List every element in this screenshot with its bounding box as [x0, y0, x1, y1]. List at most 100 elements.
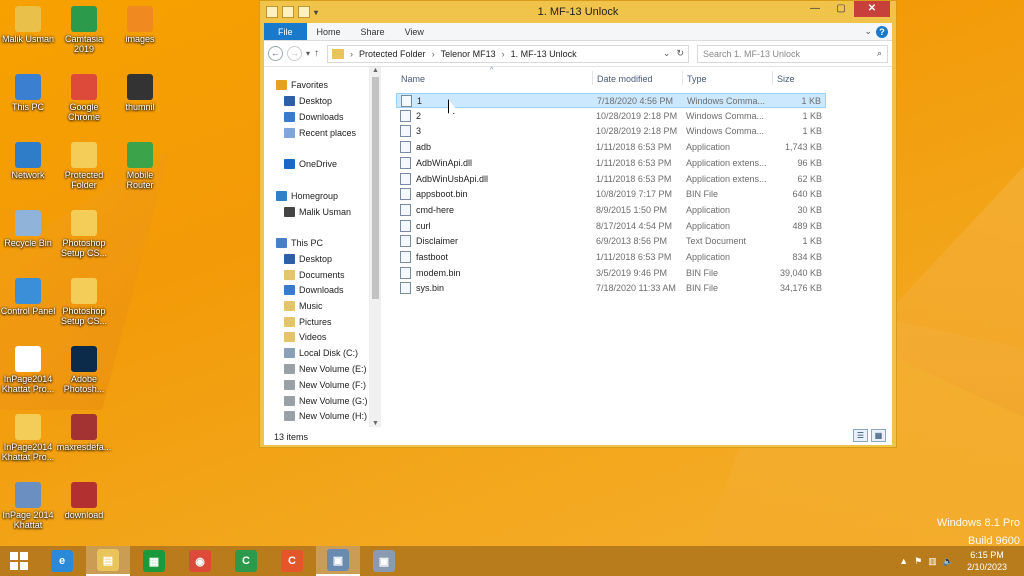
taskbar-installer-button[interactable]: ▣ [316, 546, 360, 576]
column-size[interactable]: Size [777, 74, 795, 84]
nav-item-recent-places[interactable]: Recent places [284, 125, 356, 140]
desktop-icon-photoshop-setup-cs[interactable]: Photoshop Setup CS... [56, 278, 112, 326]
taskbar-file-explorer-button[interactable]: ▤ [86, 546, 130, 576]
search-input[interactable]: Search 1. MF-13 Unlock ⌕ [697, 44, 888, 63]
desktop-icon-google-chrome[interactable]: Google Chrome [56, 74, 112, 122]
column-type[interactable]: Type [687, 74, 707, 84]
scroll-down-icon[interactable]: ▼ [370, 420, 381, 427]
properties-icon[interactable] [282, 6, 294, 18]
scrollbar-thumb[interactable] [372, 77, 379, 299]
column-name[interactable]: Name [401, 74, 425, 84]
desktop-icon-images[interactable]: images [112, 6, 168, 44]
help-icon[interactable]: ? [876, 26, 888, 38]
nav-item-desktop[interactable]: Desktop [284, 93, 332, 108]
action-center-flag-icon[interactable]: ⚑ [914, 556, 922, 567]
file-row-appsboot-bin[interactable]: appsboot.bin 10/8/2019 7:17 PM BIN File 640… [396, 187, 826, 202]
nav-item-new-volume-f[interactable]: New Volume (F:) [284, 377, 366, 392]
desktop-icon-protected-folder[interactable]: Protected Folder [56, 142, 112, 190]
file-row-disclaimer[interactable]: Disclaimer 6/9/2013 8:56 PM Text Document 1… [396, 234, 826, 249]
file-row-adbwinapi-dll[interactable]: AdbWinApi.dll 1/11/2018 6:53 PM Applicatio… [396, 156, 826, 171]
desktop-icon-photoshop-setup-cs[interactable]: Photoshop Setup CS... [56, 210, 112, 258]
nav-item-desktop[interactable]: Desktop [284, 251, 332, 266]
desktop-icon-this-pc[interactable]: This PC [0, 74, 56, 112]
maximize-button[interactable]: ▢ [828, 1, 854, 17]
close-button[interactable]: ✕ [854, 1, 890, 17]
column-date-modified[interactable]: Date modified [597, 74, 653, 84]
back-button[interactable]: ← [268, 46, 283, 61]
nav-item-new-volume-g[interactable]: New Volume (G:) [284, 393, 368, 408]
desktop-icon-control-panel[interactable]: Control Panel [0, 278, 56, 316]
desktop-icon-network[interactable]: Network [0, 142, 56, 180]
taskbar-setup-button[interactable]: ▣ [362, 546, 406, 576]
tab-file[interactable]: File [264, 23, 307, 40]
file-row-3[interactable]: 3 10/28/2019 2:18 PM Windows Comma... 1 KB [396, 124, 826, 139]
forward-button[interactable]: → [287, 46, 302, 61]
desktop-icon-maxresdefa[interactable]: maxresdefa... [56, 414, 112, 452]
nav-item-new-volume-e[interactable]: New Volume (E:) [284, 361, 367, 376]
desktop-icon-thumnil[interactable]: thumnil [112, 74, 168, 112]
volume-icon[interactable]: 🔈 [943, 556, 954, 567]
new-folder-icon[interactable] [298, 6, 310, 18]
taskbar-internet-explorer-button[interactable]: e [40, 546, 84, 576]
nav-scrollbar[interactable]: ▲ ▼ [370, 67, 381, 427]
desktop-icon-inpage2014-khattat-pro[interactable]: InPage2014 Khattat Pro... [0, 346, 56, 394]
nav-item-local-disk-c[interactable]: Local Disk (C:) [284, 345, 358, 360]
nav-item-onedrive[interactable]: OneDrive [284, 156, 337, 171]
nav-item-malik-usman[interactable]: Malik Usman [284, 204, 351, 219]
clock[interactable]: 6:15 PM 2/10/2023 [960, 549, 1014, 573]
breadcrumb-protected-folder[interactable]: Protected Folder [359, 49, 426, 59]
file-row-2[interactable]: 2 10/28/2019 2:18 PM Windows Comma... 1 KB [396, 109, 826, 124]
file-row-curl[interactable]: curl 8/17/2014 4:54 PM Application 489 KB [396, 219, 826, 234]
nav-item-new-volume-h[interactable]: New Volume (H:) [284, 408, 367, 423]
taskbar-store-button[interactable]: ▦ [132, 546, 176, 576]
recent-locations-icon[interactable]: ▾ [306, 49, 310, 58]
address-dropdown-icon[interactable]: ⌄ [663, 48, 671, 59]
desktop-icon-camtasia-2019[interactable]: Camtasia 2019 [56, 6, 112, 54]
desktop-icon-malik-usman[interactable]: Malik Usman [0, 6, 56, 44]
refresh-icon[interactable]: ↻ [676, 48, 684, 59]
file-row-1[interactable]: 1 7/18/2020 4:56 PM Windows Comma... 1 KB [396, 93, 826, 108]
file-row-fastboot[interactable]: fastboot 1/11/2018 6:53 PM Application 834 … [396, 250, 826, 265]
minimize-button[interactable]: — [802, 1, 828, 17]
desktop-icon-recycle-bin[interactable]: Recycle Bin [0, 210, 56, 248]
show-hidden-icons-icon[interactable]: ▲ [899, 556, 908, 566]
file-row-adbwinusbapi-dll[interactable]: AdbWinUsbApi.dll 1/11/2018 6:53 PM Applica… [396, 172, 826, 187]
nav-item-homegroup[interactable]: Homegroup [276, 188, 338, 203]
file-row-modem-bin[interactable]: modem.bin 3/5/2019 9:46 PM BIN File 39,040 … [396, 266, 826, 281]
desktop-icon-inpage2014-khattat-pro[interactable]: InPage2014 Khattat Pro... [0, 414, 56, 462]
file-row-cmd-here[interactable]: cmd-here 8/9/2015 1:50 PM Application 30 KB [396, 203, 826, 218]
tab-share[interactable]: Share [351, 23, 395, 40]
large-icons-view-button[interactable]: ▦ [871, 429, 886, 442]
start-button[interactable] [0, 546, 38, 576]
taskbar-chrome-button[interactable]: ◉ [178, 546, 222, 576]
nav-item-documents[interactable]: Documents [284, 267, 345, 282]
tab-home[interactable]: Home [307, 23, 351, 40]
nav-item-favorites[interactable]: Favorites [276, 77, 328, 92]
nav-item-downloads[interactable]: Downloads [284, 109, 344, 124]
desktop-icon-download[interactable]: download [56, 482, 112, 520]
network-icon[interactable]: ▥ [928, 556, 937, 567]
expand-ribbon-icon[interactable]: ⌄ [864, 26, 872, 37]
breadcrumb-telenor[interactable]: Telenor MF13 [441, 49, 496, 59]
up-button[interactable]: ↑ [314, 48, 319, 59]
breadcrumb-current[interactable]: 1. MF-13 Unlock [511, 49, 577, 59]
file-row-adb[interactable]: adb 1/11/2018 6:53 PM Application 1,743 KB [396, 140, 826, 155]
desktop-icon-inpage-2014-khattat[interactable]: InPage 2014 Khattat [0, 482, 56, 530]
details-view-button[interactable]: ☰ [853, 429, 868, 442]
taskbar-camtasia-button[interactable]: C [224, 546, 268, 576]
file-row-sys-bin[interactable]: sys.bin 7/18/2020 11:33 AM BIN File 34,176 … [396, 281, 826, 296]
title-bar[interactable]: ▾ 1. MF-13 Unlock — ▢ ✕ [260, 1, 896, 23]
desktop-icon-adobe-photosh[interactable]: Adobe Photosh... [56, 346, 112, 394]
nav-item-this-pc[interactable]: This PC [276, 235, 323, 250]
qat-dropdown-icon[interactable]: ▾ [314, 8, 318, 17]
taskbar-camtasia-recorder-button[interactable]: C [270, 546, 314, 576]
desktop-icon-mobile-router[interactable]: Mobile Router [112, 142, 168, 190]
nav-item-videos[interactable]: Videos [284, 329, 326, 344]
address-bar[interactable]: › Protected Folder › Telenor MF13 › 1. M… [327, 44, 690, 63]
search-icon[interactable]: ⌕ [877, 48, 882, 59]
nav-item-music[interactable]: Music [284, 298, 323, 313]
tab-view[interactable]: View [395, 23, 434, 40]
nav-item-downloads[interactable]: Downloads [284, 282, 344, 297]
nav-item-pictures[interactable]: Pictures [284, 314, 332, 329]
scroll-up-icon[interactable]: ▲ [370, 67, 381, 74]
